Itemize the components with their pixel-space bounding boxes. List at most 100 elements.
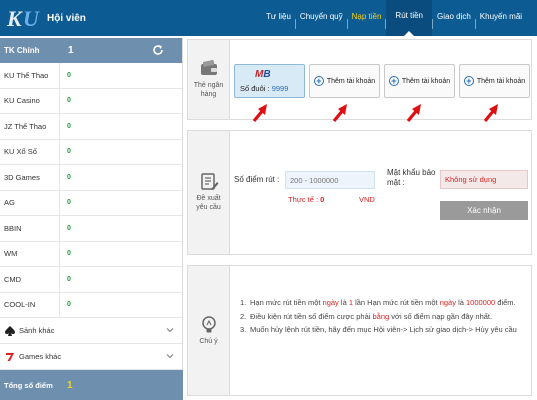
- withdraw-section-header: Đề xuất yêu cầu: [188, 131, 230, 254]
- note-number: 2.: [240, 311, 247, 321]
- account-row: COOL-IN 0: [0, 292, 182, 318]
- account-label: KU Casino: [0, 88, 60, 113]
- note-item: 1. Hạn mức rút tiền một ngày là 1 lần Hạn…: [240, 298, 525, 309]
- notes-section-header: Chú ý: [188, 266, 230, 395]
- nav-giao-dich[interactable]: Giao dịch: [433, 0, 475, 36]
- add-account-button[interactable]: + Thêm tài khoản: [309, 64, 380, 98]
- red-arrow-annotation: [483, 104, 498, 123]
- note-number: 1.: [240, 298, 247, 307]
- note-text: Điều kiện rút tiền số điểm cược phải bằn…: [250, 311, 493, 321]
- add-account-label: Thêm tài khoản: [476, 77, 526, 85]
- red-arrow-annotation: [332, 104, 347, 123]
- account-balance: 0: [67, 224, 71, 232]
- account-label: WM: [0, 241, 60, 266]
- total-value: 1: [67, 379, 73, 391]
- account-label: 3D Games: [0, 165, 60, 190]
- bank-card-mb[interactable]: MMBB Số đuôi : 9999: [234, 64, 305, 98]
- nav-tu-lieu[interactable]: Tư liệu: [262, 0, 295, 36]
- red-arrow-annotation: [252, 104, 267, 123]
- account-balance: 0: [67, 301, 71, 309]
- account-row: JZ Thể Thao 0: [0, 114, 182, 140]
- account-balance: 0: [67, 71, 71, 79]
- ku-logo[interactable]: K U: [6, 5, 40, 31]
- nav-chuyen-quy[interactable]: Chuyển quỹ: [296, 0, 347, 36]
- account-row: WM 0: [0, 241, 182, 267]
- account-row: CMD 0: [0, 267, 182, 293]
- top-header: K U Hội viên Tư liệu Chuyển quỹ Nạp tiền…: [0, 0, 537, 36]
- note-text: Hạn mức rút tiền một ngày là 1 lần Hạn m…: [250, 298, 516, 307]
- account-label: BBIN: [0, 216, 60, 241]
- note-text: Muốn hủy lệnh rút tiền, hãy đến mục Hội …: [250, 325, 517, 334]
- group-sanh-khac[interactable]: Sảnh khác: [0, 318, 182, 344]
- spade-icon: [5, 325, 15, 336]
- edit-form-icon: [200, 173, 218, 190]
- actual-amount: Thực tế : 0: [288, 195, 325, 204]
- note-item: 3. Muốn hủy lệnh rút tiền, hãy đến mục Hộ…: [240, 325, 525, 336]
- account-label: CMD: [0, 267, 60, 292]
- group-games-khac[interactable]: Games khác: [0, 344, 182, 370]
- security-password-field[interactable]: [440, 170, 528, 189]
- account-row: BBIN 0: [0, 216, 182, 242]
- account-balance: 0: [67, 148, 71, 156]
- chevron-down-icon: [166, 354, 174, 359]
- confirm-button[interactable]: Xác nhận: [440, 201, 528, 220]
- withdraw-request-panel: Đề xuất yêu cầu Số điểm rút : Thực tế : …: [187, 130, 532, 255]
- account-row: KU Thể Thao 0: [0, 63, 182, 89]
- account-row: KU Xổ Số 0: [0, 139, 182, 165]
- svg-text:U: U: [23, 6, 40, 31]
- account-list: KU Thể Thao 0 KU Casino 0 JZ Thể Thao 0 KU Xổ …: [0, 63, 182, 318]
- group-label: Games khác: [19, 352, 62, 361]
- add-account-button[interactable]: + Thêm tài khoản: [459, 64, 530, 98]
- notes-panel: Chú ý 1. Hạn mức rút tiền một ngày là 1 l…: [187, 265, 532, 396]
- wallet-icon: [200, 60, 217, 75]
- notes-title: Chú ý: [199, 337, 218, 345]
- amount-input[interactable]: [285, 171, 375, 189]
- lightbulb-icon: [201, 315, 216, 332]
- balance-sidebar: TK Chính 1 KU Thể Thao 0 KU Casino 0 JZ Thể …: [0, 38, 183, 400]
- withdraw-section-title: Đề xuất yêu cầu: [196, 195, 221, 211]
- nav-nap-tien[interactable]: Nạp tiền: [348, 0, 386, 36]
- add-account-label: Thêm tài khoản: [326, 77, 376, 85]
- group-label: Sảnh khác: [19, 326, 55, 335]
- plus-icon: +: [313, 76, 324, 86]
- note-item: 2. Điều kiện rút tiền số điểm cược phải b…: [240, 312, 525, 323]
- nav-rut-tien[interactable]: Rút tiền: [386, 0, 432, 36]
- chevron-down-icon: [166, 328, 174, 333]
- currency-label: VND: [359, 195, 375, 204]
- account-label: AG: [0, 190, 60, 215]
- card-suffix: Số đuôi : 9999: [240, 84, 289, 93]
- account-row: AG 0: [0, 190, 182, 216]
- main-account-value: 1: [68, 45, 74, 56]
- security-password-label: Mật khẩu bảo mật :: [387, 168, 436, 187]
- total-label: Tổng số điểm: [4, 380, 53, 390]
- account-row: KU Casino 0: [0, 88, 182, 114]
- account-balance: 0: [67, 173, 71, 181]
- account-balance: 0: [67, 122, 71, 130]
- account-balance: 0: [67, 250, 71, 258]
- account-label: KU Thể Thao: [0, 63, 60, 88]
- add-account-button[interactable]: + Thêm tài khoản: [384, 64, 455, 98]
- refresh-icon[interactable]: [152, 44, 164, 56]
- account-balance: 0: [67, 275, 71, 283]
- plus-icon: +: [463, 76, 474, 86]
- account-balance: 0: [67, 97, 71, 105]
- nav-khuyen-mai[interactable]: Khuyến mãi: [476, 0, 526, 36]
- main-nav: Tư liệu Chuyển quỹ Nạp tiền Rút tiền Gia…: [262, 0, 526, 36]
- amount-label: Số điểm rút :: [234, 175, 280, 184]
- account-label: KU Xổ Số: [0, 139, 60, 164]
- account-label: COOL-IN: [0, 292, 60, 317]
- note-number: 3.: [240, 325, 247, 334]
- main-account-label: TK Chính: [4, 46, 40, 55]
- main-account-row: TK Chính 1: [0, 38, 182, 63]
- brand-title: Hội viên: [47, 13, 86, 24]
- seven-icon: [6, 352, 14, 361]
- plus-icon: +: [388, 76, 399, 86]
- bank-card-section-header: Thẻ ngân hàng: [188, 40, 230, 119]
- bank-card-title: Thẻ ngân hàng: [193, 82, 224, 98]
- mb-bank-logo: MMBB: [255, 69, 271, 80]
- bank-card-panel: Thẻ ngân hàng MMBB Số đuôi : 9999 +Thêm …: [187, 39, 532, 120]
- account-row: 3D Games 0: [0, 165, 182, 191]
- total-points-row: Tổng số điểm 1: [0, 370, 183, 400]
- notes-list: 1. Hạn mức rút tiền một ngày là 1 lần Hạn…: [240, 298, 525, 339]
- account-balance: 0: [67, 199, 71, 207]
